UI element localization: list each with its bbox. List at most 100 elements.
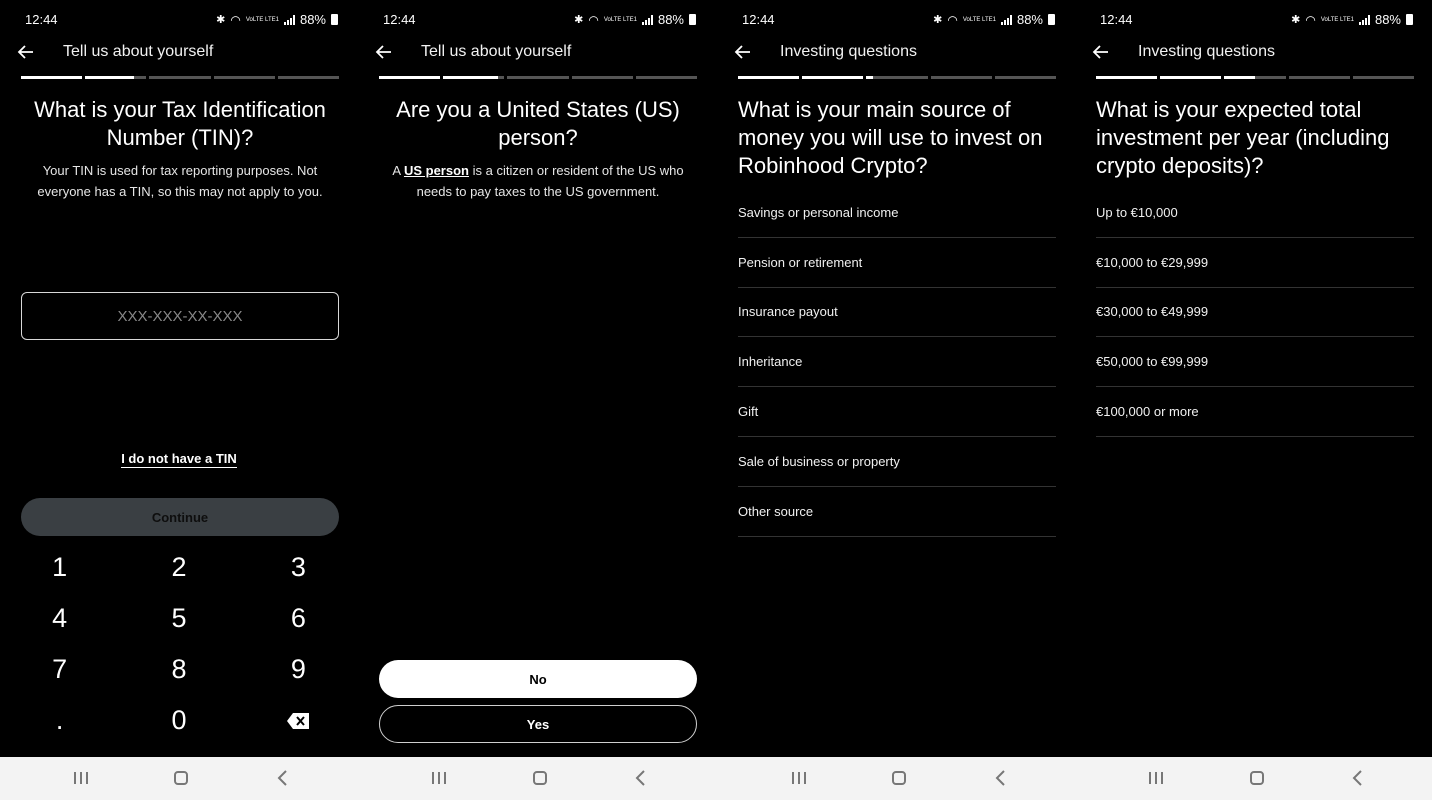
app-header: Tell us about yourself [358,38,716,68]
backspace-icon [287,712,310,729]
battery-percent: 88% [1374,12,1401,27]
key-4[interactable]: 4 [0,593,119,644]
recent-apps-icon[interactable] [792,772,806,784]
progress-segment-3 [1224,76,1286,79]
desc-prefix: A [392,163,404,178]
home-icon[interactable] [1250,771,1264,785]
option-30k-to-50k[interactable]: €30,000 to €49,999 [1096,288,1414,338]
signal-icon [1000,14,1012,25]
nav-group [0,757,358,800]
back-icon[interactable] [1350,769,1366,787]
key-backspace[interactable] [239,695,358,746]
back-icon[interactable] [633,769,649,787]
battery-percent: 88% [299,12,326,27]
progress-fill [866,76,873,79]
volte-icon: VoLTE LTE1 [1320,16,1354,23]
key-6[interactable]: 6 [239,593,358,644]
wifi-icon: ◠ [1305,12,1316,27]
key-1[interactable]: 1 [0,542,119,593]
option-sale-of-business[interactable]: Sale of business or property [738,437,1056,487]
key-5[interactable]: 5 [119,593,238,644]
progress-segment-2 [802,76,864,79]
home-icon[interactable] [174,771,188,785]
progress-segment-1 [738,76,800,79]
battery-icon [689,14,696,25]
progress-bar [1096,76,1415,79]
wifi-icon: ◠ [588,12,599,27]
key-8[interactable]: 8 [119,644,238,695]
continue-button[interactable]: Continue [21,498,339,536]
back-arrow-icon[interactable] [1091,42,1111,62]
progress-fill [1160,76,1222,79]
screen-investment-amount: 12:44 ✱ ◠ VoLTE LTE1 88% Investing quest… [1075,0,1432,800]
progress-fill [443,76,499,79]
progress-segment-4 [930,76,992,79]
no-button[interactable]: No [379,660,697,698]
progress-bar [738,76,1057,79]
key-2[interactable]: 2 [119,542,238,593]
progress-segment-5 [277,76,340,79]
app-header: Investing questions [717,38,1075,68]
question-heading: What is your expected total investment p… [1096,97,1390,178]
nav-group [717,757,1075,800]
progress-bar [379,76,698,79]
option-inheritance[interactable]: Inheritance [738,337,1056,388]
progress-segment-4 [1288,76,1350,79]
option-other[interactable]: Other source [738,487,1056,537]
question-heading: Are you a United States (US) person? [396,97,680,150]
back-arrow-icon[interactable] [733,42,753,62]
back-icon[interactable] [275,769,291,787]
progress-segment-2 [443,76,505,79]
home-icon[interactable] [892,771,906,785]
battery-percent: 88% [657,12,684,27]
recent-apps-icon[interactable] [74,772,88,784]
key-9[interactable]: 9 [239,644,358,695]
progress-segment-5 [1352,76,1415,79]
battery-icon [331,14,338,25]
progress-segment-3 [149,76,211,79]
progress-segment-5 [635,76,698,79]
option-insurance[interactable]: Insurance payout [738,288,1056,338]
recent-apps-icon[interactable] [1149,772,1163,784]
option-pension[interactable]: Pension or retirement [738,238,1056,288]
progress-fill [85,76,135,79]
home-icon[interactable] [533,771,547,785]
status-bar: 12:44 ✱ ◠ VoLTE LTE1 88% [358,0,716,38]
us-person-link[interactable]: US person [404,163,469,178]
page-title: Tell us about yourself [63,43,214,60]
option-up-to-10k[interactable]: Up to €10,000 [1096,188,1414,238]
status-time: 12:44 [1100,12,1133,27]
page-title: Investing questions [780,43,917,60]
key-0[interactable]: 0 [119,695,238,746]
tin-input[interactable] [21,292,339,340]
options-list: Savings or personal income Pension or re… [738,188,1056,537]
app-header: Tell us about yourself [0,38,358,68]
battery-icon [1048,14,1055,25]
battery-icon [1406,14,1413,25]
key-3[interactable]: 3 [239,542,358,593]
option-50k-to-100k[interactable]: €50,000 to €99,999 [1096,337,1414,388]
options-list: Up to €10,000 €10,000 to €29,999 €30,000… [1096,188,1414,437]
key-decimal[interactable]: . [0,695,119,746]
question-description: A US person is a citizen or resident of … [379,160,697,202]
progress-segment-4 [213,76,275,79]
option-10k-to-30k[interactable]: €10,000 to €29,999 [1096,238,1414,288]
key-7[interactable]: 7 [0,644,119,695]
back-icon[interactable] [993,769,1009,787]
option-savings[interactable]: Savings or personal income [738,188,1056,238]
option-gift[interactable]: Gift [738,387,1056,437]
nav-group [1075,757,1432,800]
option-100k-or-more[interactable]: €100,000 or more [1096,387,1414,437]
status-bar: 12:44 ✱ ◠ VoLTE LTE1 88% [717,0,1075,38]
progress-fill [738,76,800,79]
recent-apps-icon[interactable] [432,772,446,784]
no-tin-link[interactable]: I do not have a TIN [0,451,358,468]
wifi-icon: ◠ [947,12,958,27]
question-heading: What is your Tax Identification Number (… [34,97,326,150]
back-arrow-icon[interactable] [374,42,394,62]
volte-icon: VoLTE LTE1 [603,16,637,23]
wifi-icon: ◠ [230,12,241,27]
back-arrow-icon[interactable] [16,42,36,62]
yes-button[interactable]: Yes [379,705,697,743]
screen-tin: 12:44 ✱ ◠ VoLTE LTE1 88% Tell us about y… [0,0,358,800]
